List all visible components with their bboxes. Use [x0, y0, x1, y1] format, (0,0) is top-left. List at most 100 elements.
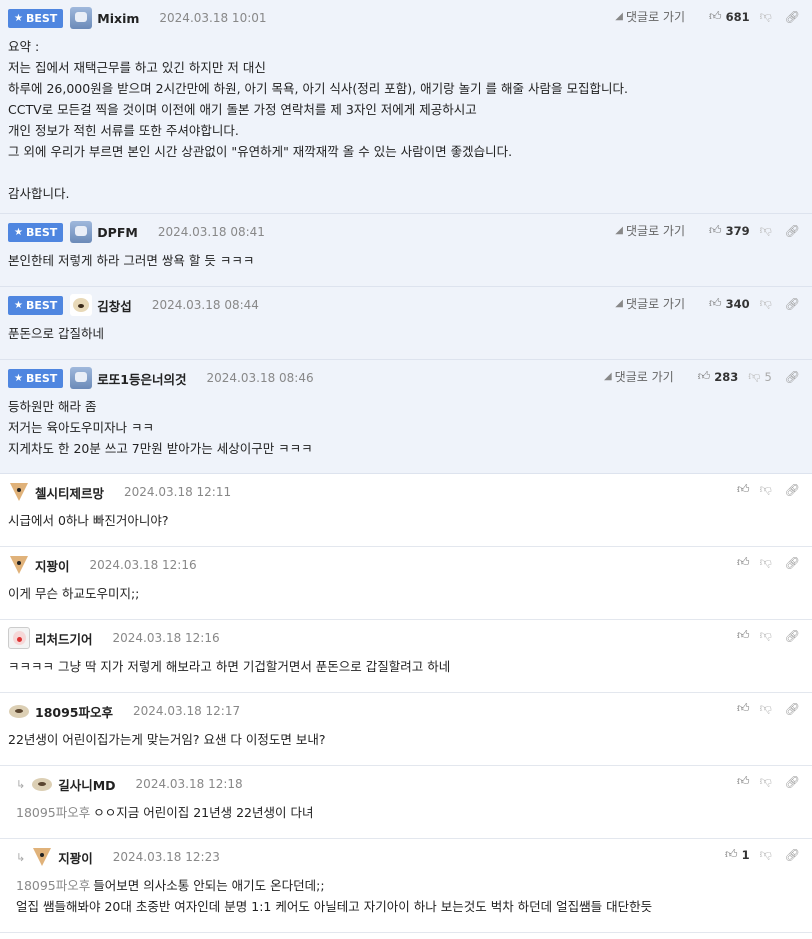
upvote-button[interactable]: 👍︎: [737, 555, 750, 570]
downvote-button[interactable]: 👎︎: [760, 701, 772, 716]
comment-line: 얼집 쌤들해봐야 20대 초중반 여자인데 분명 1:1 케어도 아닐테고 자기…: [16, 896, 812, 917]
author-nickname[interactable]: 18095파오후: [35, 702, 113, 721]
upvote-count: 340: [725, 296, 750, 311]
downvote-button[interactable]: 👎︎: [760, 9, 772, 24]
link-icon[interactable]: 🔗︎: [785, 483, 800, 497]
thumbs-up-icon: 👍︎: [725, 847, 738, 861]
comment-item: 첼시티제르망 2024.03.18 12:11 👍︎ 👎︎ 🔗︎ 시급에서 0하나 빠진거…: [0, 474, 812, 547]
author-nickname[interactable]: Mixim: [97, 11, 139, 26]
comment-header: ★ BEST 김창섭 2024.03.18 08:44 ◢ 댓글로 가기 👍︎ 340 👎︎ 🔗︎: [8, 287, 812, 323]
go-to-reply-link[interactable]: ◢ 댓글로 가기: [615, 8, 685, 25]
upvote-button[interactable]: 👍︎: [737, 628, 750, 643]
link-icon[interactable]: 🔗︎: [785, 370, 800, 384]
comment-actions: 👍︎ 👎︎ 🔗︎: [727, 482, 800, 497]
author-nickname[interactable]: 리처드기어: [35, 629, 93, 648]
star-icon: ★: [14, 372, 23, 384]
comment-body: 푼돈으로 갑질하네: [8, 323, 812, 352]
thumbs-up-icon: 👍︎: [697, 369, 711, 383]
upvote-count: 681: [725, 9, 750, 24]
comment-date: 2024.03.18 12:11: [124, 485, 232, 499]
downvote-button[interactable]: 👎︎: [760, 482, 772, 497]
link-icon[interactable]: 🔗︎: [785, 556, 800, 570]
upvote-button[interactable]: 👍︎: [737, 482, 750, 497]
thumbs-up-icon: 👍︎: [737, 482, 750, 496]
downvote-button[interactable]: 👎︎: [760, 555, 772, 570]
comment-header: ★ BEST 로또1등은너의것 2024.03.18 08:46 ◢ 댓글로 가기 👍︎ 28…: [8, 360, 812, 396]
link-icon[interactable]: 🔗︎: [785, 224, 800, 238]
link-icon[interactable]: 🔗︎: [785, 848, 800, 862]
star-icon: ★: [14, 12, 23, 24]
avatar[interactable]: [70, 367, 93, 389]
author-nickname[interactable]: DPFM: [97, 225, 138, 240]
comment-item: ★ BEST 로또1등은너의것 2024.03.18 08:46 ◢ 댓글로 가기 👍︎ 28…: [0, 360, 812, 474]
best-label: BEST: [25, 371, 58, 385]
comment-text: 들어보면 의사소통 안되는 애기도 온다던데;;: [93, 878, 325, 893]
best-label: BEST: [25, 225, 58, 239]
comment-body: 본인한테 저렇게 하라 그러면 쌍욕 할 듯 ㅋㅋㅋ: [8, 250, 812, 279]
avatar[interactable]: [70, 221, 93, 243]
author-nickname[interactable]: 지꽝이: [58, 848, 93, 867]
link-icon[interactable]: 🔗︎: [785, 10, 800, 24]
link-icon[interactable]: 🔗︎: [785, 775, 800, 789]
upvote-button[interactable]: 👍︎ 681: [709, 9, 750, 24]
upvote-button[interactable]: 👍︎ 379: [709, 223, 750, 238]
thumbs-down-icon: 👎︎: [759, 296, 772, 310]
upvote-button[interactable]: 👍︎ 283: [698, 369, 739, 384]
comment-date: 2024.03.18 08:46: [206, 371, 314, 385]
avatar[interactable]: [8, 627, 30, 649]
go-to-reply-link[interactable]: ◢ 댓글로 가기: [615, 295, 685, 312]
link-icon[interactable]: 🔗︎: [785, 629, 800, 643]
upvote-button[interactable]: 👍︎ 1: [725, 847, 750, 862]
thumbs-down-icon: 👎︎: [759, 701, 772, 715]
comment-line: 이게 무슨 하교도우미지;;: [8, 583, 812, 604]
upvote-button[interactable]: 👍︎: [737, 774, 750, 789]
comment-body: 이게 무슨 하교도우미지;;: [8, 583, 812, 612]
upvote-button[interactable]: 👍︎ 340: [709, 296, 750, 311]
comment-line: 저는 집에서 재택근무를 하고 있긴 하지만 저 대신: [8, 57, 812, 78]
comment-line: 그 외에 우리가 부르면 본인 시간 상관없이 "유연하게" 재깍재깍 올 수 …: [8, 141, 812, 162]
comment-date: 2024.03.18 08:44: [151, 298, 259, 312]
comment-item: 리처드기어 2024.03.18 12:16 👍︎ 👎︎ 🔗︎ ㅋㅋㅋㅋ 그냥 딱 지가 …: [0, 620, 812, 693]
downvote-button[interactable]: 👎︎: [760, 847, 772, 862]
avatar[interactable]: [70, 294, 93, 316]
avatar[interactable]: [8, 481, 30, 503]
go-to-reply-label: 댓글로 가기: [626, 224, 686, 238]
link-icon[interactable]: 🔗︎: [785, 702, 800, 716]
downvote-button[interactable]: 👎︎: [760, 223, 772, 238]
thumbs-down-icon: 👎︎: [748, 369, 761, 383]
thumbs-up-icon: 👍︎: [737, 701, 750, 715]
best-label: BEST: [25, 298, 58, 312]
downvote-button[interactable]: 👎︎: [760, 296, 772, 311]
mention-link[interactable]: 18095파오후: [16, 878, 90, 893]
go-to-reply-link[interactable]: ◢ 댓글로 가기: [615, 222, 685, 239]
upvote-button[interactable]: 👍︎: [737, 701, 750, 716]
comment-line: ㅋㅋㅋㅋ 그냥 딱 지가 저렇게 해보라고 하면 기겁할거면서 푼돈으로 갑질할…: [8, 656, 812, 677]
author-nickname[interactable]: 지꽝이: [35, 556, 70, 575]
link-icon[interactable]: 🔗︎: [785, 297, 800, 311]
author-nickname[interactable]: 길사니MD: [58, 775, 115, 794]
avatar[interactable]: [31, 846, 54, 868]
author-nickname[interactable]: 김창섭: [97, 296, 132, 315]
comment-text: 시급에서 0하나 빠진거아니야?: [8, 513, 169, 528]
go-to-reply-link[interactable]: ◢ 댓글로 가기: [604, 368, 674, 385]
downvote-button[interactable]: 👎︎ 5: [748, 369, 772, 384]
avatar[interactable]: [8, 554, 30, 576]
comment-header: 지꽝이 2024.03.18 12:16 👍︎ 👎︎ 🔗︎: [8, 547, 812, 583]
downvote-button[interactable]: 👎︎: [760, 628, 772, 643]
author-nickname[interactable]: 로또1등은너의것: [97, 369, 186, 388]
comment-date: 2024.03.18 12:23: [112, 850, 220, 864]
avatar[interactable]: [8, 700, 30, 722]
mention-link[interactable]: 18095파오후: [16, 805, 90, 820]
comment-body: ㅋㅋㅋㅋ 그냥 딱 지가 저렇게 해보라고 하면 기겁할거면서 푼돈으로 갑질할…: [8, 656, 812, 685]
downvote-count: 5: [764, 369, 772, 384]
best-badge: ★ BEST: [8, 368, 64, 388]
go-to-reply-label: 댓글로 가기: [614, 370, 674, 384]
thumbs-up-icon: 👍︎: [709, 223, 722, 237]
avatar[interactable]: [31, 773, 54, 795]
comment-actions: 👍︎ 👎︎ 🔗︎: [727, 628, 800, 643]
downvote-button[interactable]: 👎︎: [760, 774, 772, 789]
comment-text: 본인한테 저렇게 하라 그러면 쌍욕 할 듯 ㅋㅋㅋ: [8, 253, 255, 268]
author-nickname[interactable]: 첼시티제르망: [35, 483, 104, 502]
comment-actions: ◢ 댓글로 가기 👍︎ 681 👎︎ 🔗︎: [615, 8, 800, 25]
avatar[interactable]: [70, 7, 93, 29]
